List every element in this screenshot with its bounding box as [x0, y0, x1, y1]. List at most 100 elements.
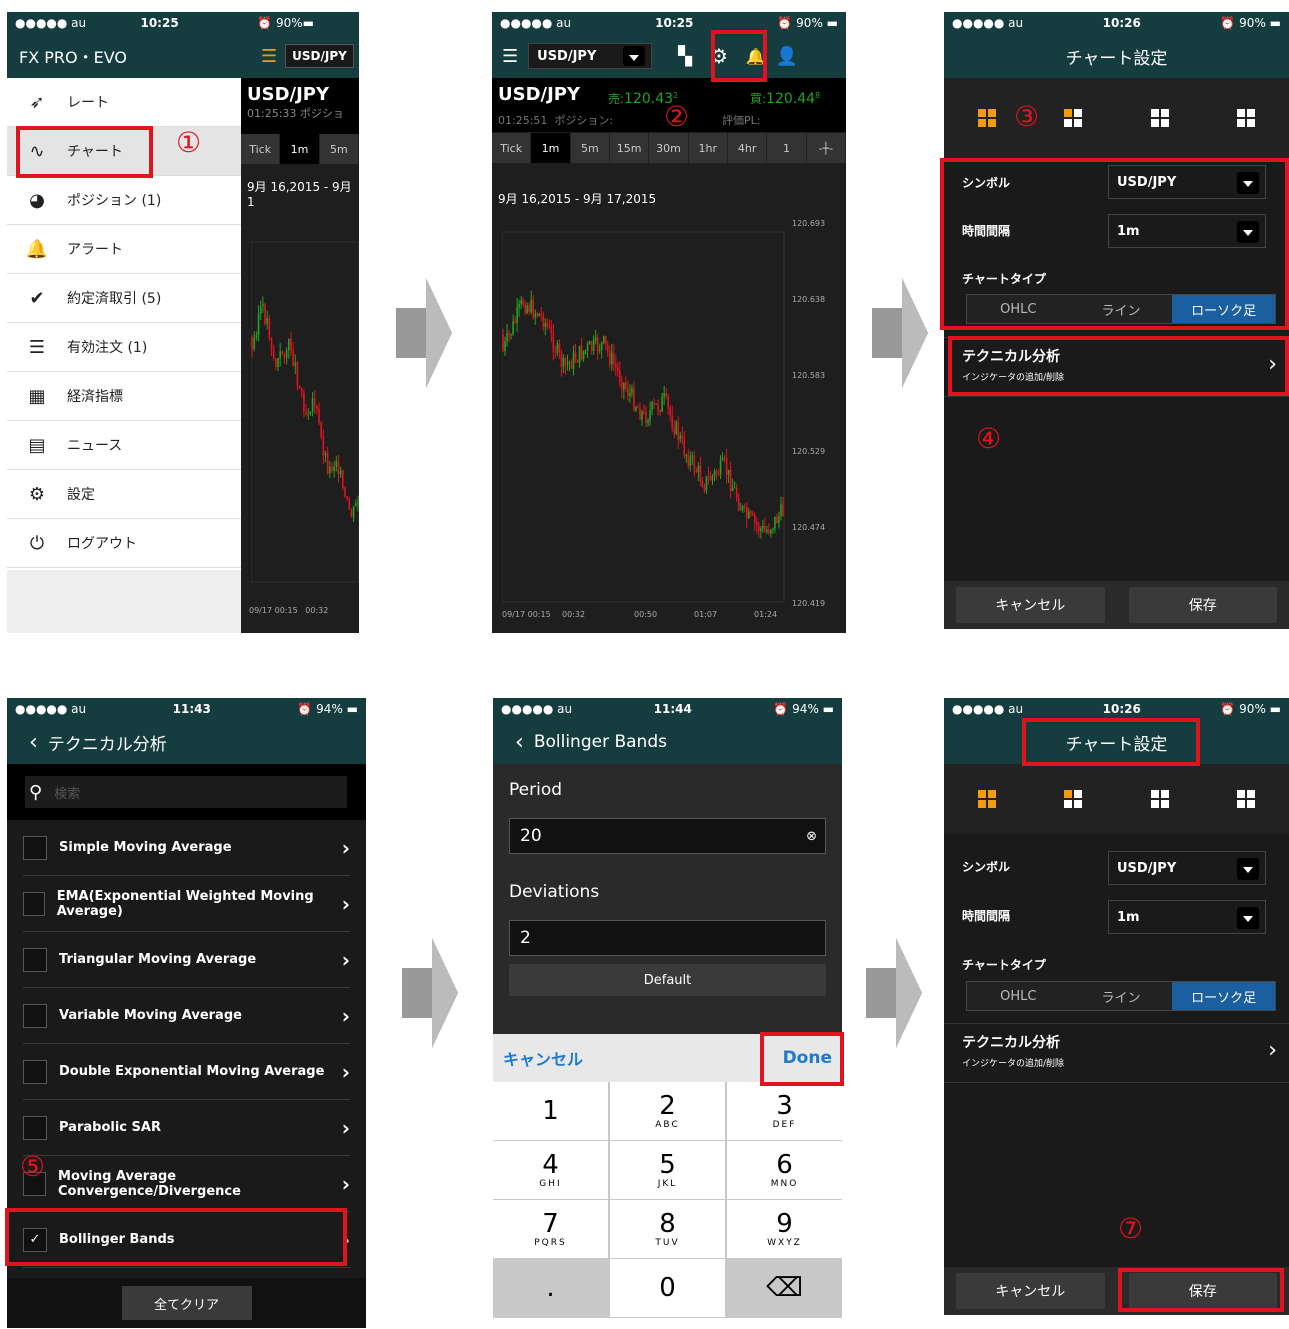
highlight-chart-menu	[16, 126, 153, 178]
symbol-select[interactable]: USD/JPY	[1108, 851, 1266, 885]
candle	[542, 314, 545, 328]
chart-canvas[interactable]: 120.693 120.638 120.583 120.529 120.474 120.4…	[502, 212, 846, 622]
tab-tick[interactable]: Tick	[241, 134, 281, 164]
account-icon[interactable]: 👤	[776, 46, 798, 67]
tab-1m[interactable]: 1m	[280, 134, 320, 164]
chart-type-ohlc[interactable]: OHLC	[967, 982, 1070, 1010]
checkbox[interactable]	[23, 1115, 47, 1140]
candle	[526, 305, 528, 313]
technical-analysis-row[interactable]: テクニカル分析 インジケータの追加/削除 ›	[944, 1023, 1289, 1083]
indicator-item[interactable]: EMA(Exponential Weighted Moving Average)…	[23, 876, 350, 932]
indicator-item[interactable]: Variable Moving Average ›	[23, 988, 350, 1044]
layout-4-icon[interactable]	[1236, 109, 1255, 127]
clear-icon[interactable]: ⊗	[806, 829, 817, 844]
indicator-item[interactable]: Triangular Moving Average ›	[23, 932, 350, 988]
layout-3-icon[interactable]	[1150, 790, 1169, 808]
layout-4-icon[interactable]	[1236, 790, 1255, 808]
menu-item[interactable]: ◕ ポジション (1)	[7, 176, 241, 225]
candle	[623, 382, 625, 390]
interval-select[interactable]: 1m	[1108, 900, 1266, 934]
cancel-button[interactable]: キャンセル	[956, 1273, 1105, 1309]
menu-item[interactable]: ☰ 有効注文 (1)	[7, 323, 241, 372]
key[interactable]: .	[493, 1259, 608, 1317]
menu-item[interactable]: ✔ 約定済取引 (5)	[7, 274, 241, 323]
key[interactable]: 9 WXYZ	[727, 1200, 842, 1258]
indicator-item[interactable]: Parabolic SAR ›	[23, 1100, 350, 1156]
layout-1-icon[interactable]	[978, 109, 997, 127]
default-button[interactable]: Default	[509, 964, 826, 996]
hamburger-icon[interactable]: ☰	[502, 46, 518, 67]
key[interactable]: 0	[610, 1259, 725, 1317]
candle	[342, 470, 344, 488]
candle	[264, 304, 266, 324]
indicator-item[interactable]: Simple Moving Average ›	[23, 820, 350, 876]
symbol-select[interactable]: USD/JPY	[528, 43, 653, 69]
chart-canvas[interactable]	[251, 222, 359, 602]
layout-grid-icon[interactable]: ▚	[678, 46, 692, 67]
layout-1-icon[interactable]	[978, 790, 997, 808]
timeframe-tab[interactable]: Tick	[492, 133, 532, 163]
candle	[550, 327, 553, 334]
candle	[540, 313, 543, 315]
candle	[619, 370, 621, 382]
key[interactable]: 2 ABC	[610, 1082, 725, 1140]
tab-5m[interactable]: 5m	[320, 134, 359, 164]
period-input[interactable]: 20 ⊗	[509, 818, 826, 854]
chart-type-candle[interactable]: ローソク足	[1172, 982, 1276, 1010]
symbol-select[interactable]: USD/JPY	[285, 44, 354, 68]
indicator-item[interactable]: Moving Average Convergence/Divergence ›	[23, 1156, 350, 1212]
deviations-input[interactable]: 2	[509, 920, 826, 956]
checkbox[interactable]	[23, 891, 45, 916]
menu-item[interactable]: ▦ 経済指標	[7, 372, 241, 421]
timeframe-tab[interactable]: 30m	[649, 133, 689, 163]
key[interactable]: 6 MNO	[727, 1141, 842, 1199]
timeframe-tab[interactable]: 1	[767, 133, 807, 163]
checkbox[interactable]	[23, 1003, 47, 1028]
timeframe-tab[interactable]: 1m	[531, 133, 571, 163]
save-button[interactable]: 保存	[1128, 587, 1277, 623]
checkbox[interactable]	[23, 835, 47, 860]
crosshair-icon[interactable]: -┼-	[807, 133, 846, 163]
menu-item[interactable]: ⚙ 設定	[7, 470, 241, 519]
checkbox[interactable]	[23, 1059, 47, 1084]
cancel-button[interactable]: キャンセル	[956, 587, 1105, 623]
search-input[interactable]: ⚲ 検索	[25, 776, 347, 808]
checkbox[interactable]	[23, 947, 47, 972]
step-marker-7: ⑦	[1118, 1212, 1144, 1245]
candle	[739, 509, 742, 511]
key[interactable]: 5 JKL	[610, 1141, 725, 1199]
layout-2-icon[interactable]	[1064, 790, 1083, 808]
x-axis-label: 01:07	[694, 610, 717, 619]
menu-item[interactable]: ➶ レート	[7, 78, 241, 127]
candle	[506, 332, 508, 341]
key[interactable]: 3 DEF	[727, 1082, 842, 1140]
layout-3-icon[interactable]	[1150, 109, 1169, 127]
status-bar: ●●●●● au 10:25 ⏰ 90% ▬	[492, 12, 846, 34]
candle	[649, 410, 651, 421]
chart-type-line[interactable]: ライン	[1069, 982, 1173, 1010]
menu-item[interactable]: ▤ ニュース	[7, 421, 241, 470]
app-title: FX PRO・EVO	[19, 48, 127, 67]
hamburger-icon[interactable]: ☰	[261, 46, 277, 67]
indicator-item[interactable]: Double Exponential Moving Average ›	[23, 1044, 350, 1100]
timeframe-tab[interactable]: 4hr	[728, 133, 768, 163]
key[interactable]: ⌫	[727, 1259, 842, 1317]
layout-2-icon[interactable]	[1064, 109, 1083, 127]
timeframe-tab[interactable]: 5m	[571, 133, 610, 163]
candle	[590, 341, 593, 351]
back-icon[interactable]: ‹	[515, 730, 524, 755]
candle	[768, 530, 770, 534]
key[interactable]: 7 PQRS	[493, 1200, 608, 1258]
timeframe-tab[interactable]: 1hr	[689, 133, 728, 163]
back-icon[interactable]: ‹	[29, 730, 38, 755]
arrow-right-icon	[402, 938, 458, 1048]
timeframe-tab[interactable]: 15m	[610, 133, 650, 163]
key[interactable]: 8 TUV	[610, 1200, 725, 1258]
clear-all-button[interactable]: 全てクリア	[121, 1286, 252, 1320]
key[interactable]: 1	[493, 1082, 608, 1140]
menu-item[interactable]: ⏻ ログアウト	[7, 519, 241, 568]
menu-item[interactable]: 🔔 アラート	[7, 225, 241, 274]
key[interactable]: 4 GHI	[493, 1141, 608, 1199]
candle	[598, 350, 601, 352]
keyboard-cancel[interactable]: キャンセル	[503, 1046, 583, 1070]
